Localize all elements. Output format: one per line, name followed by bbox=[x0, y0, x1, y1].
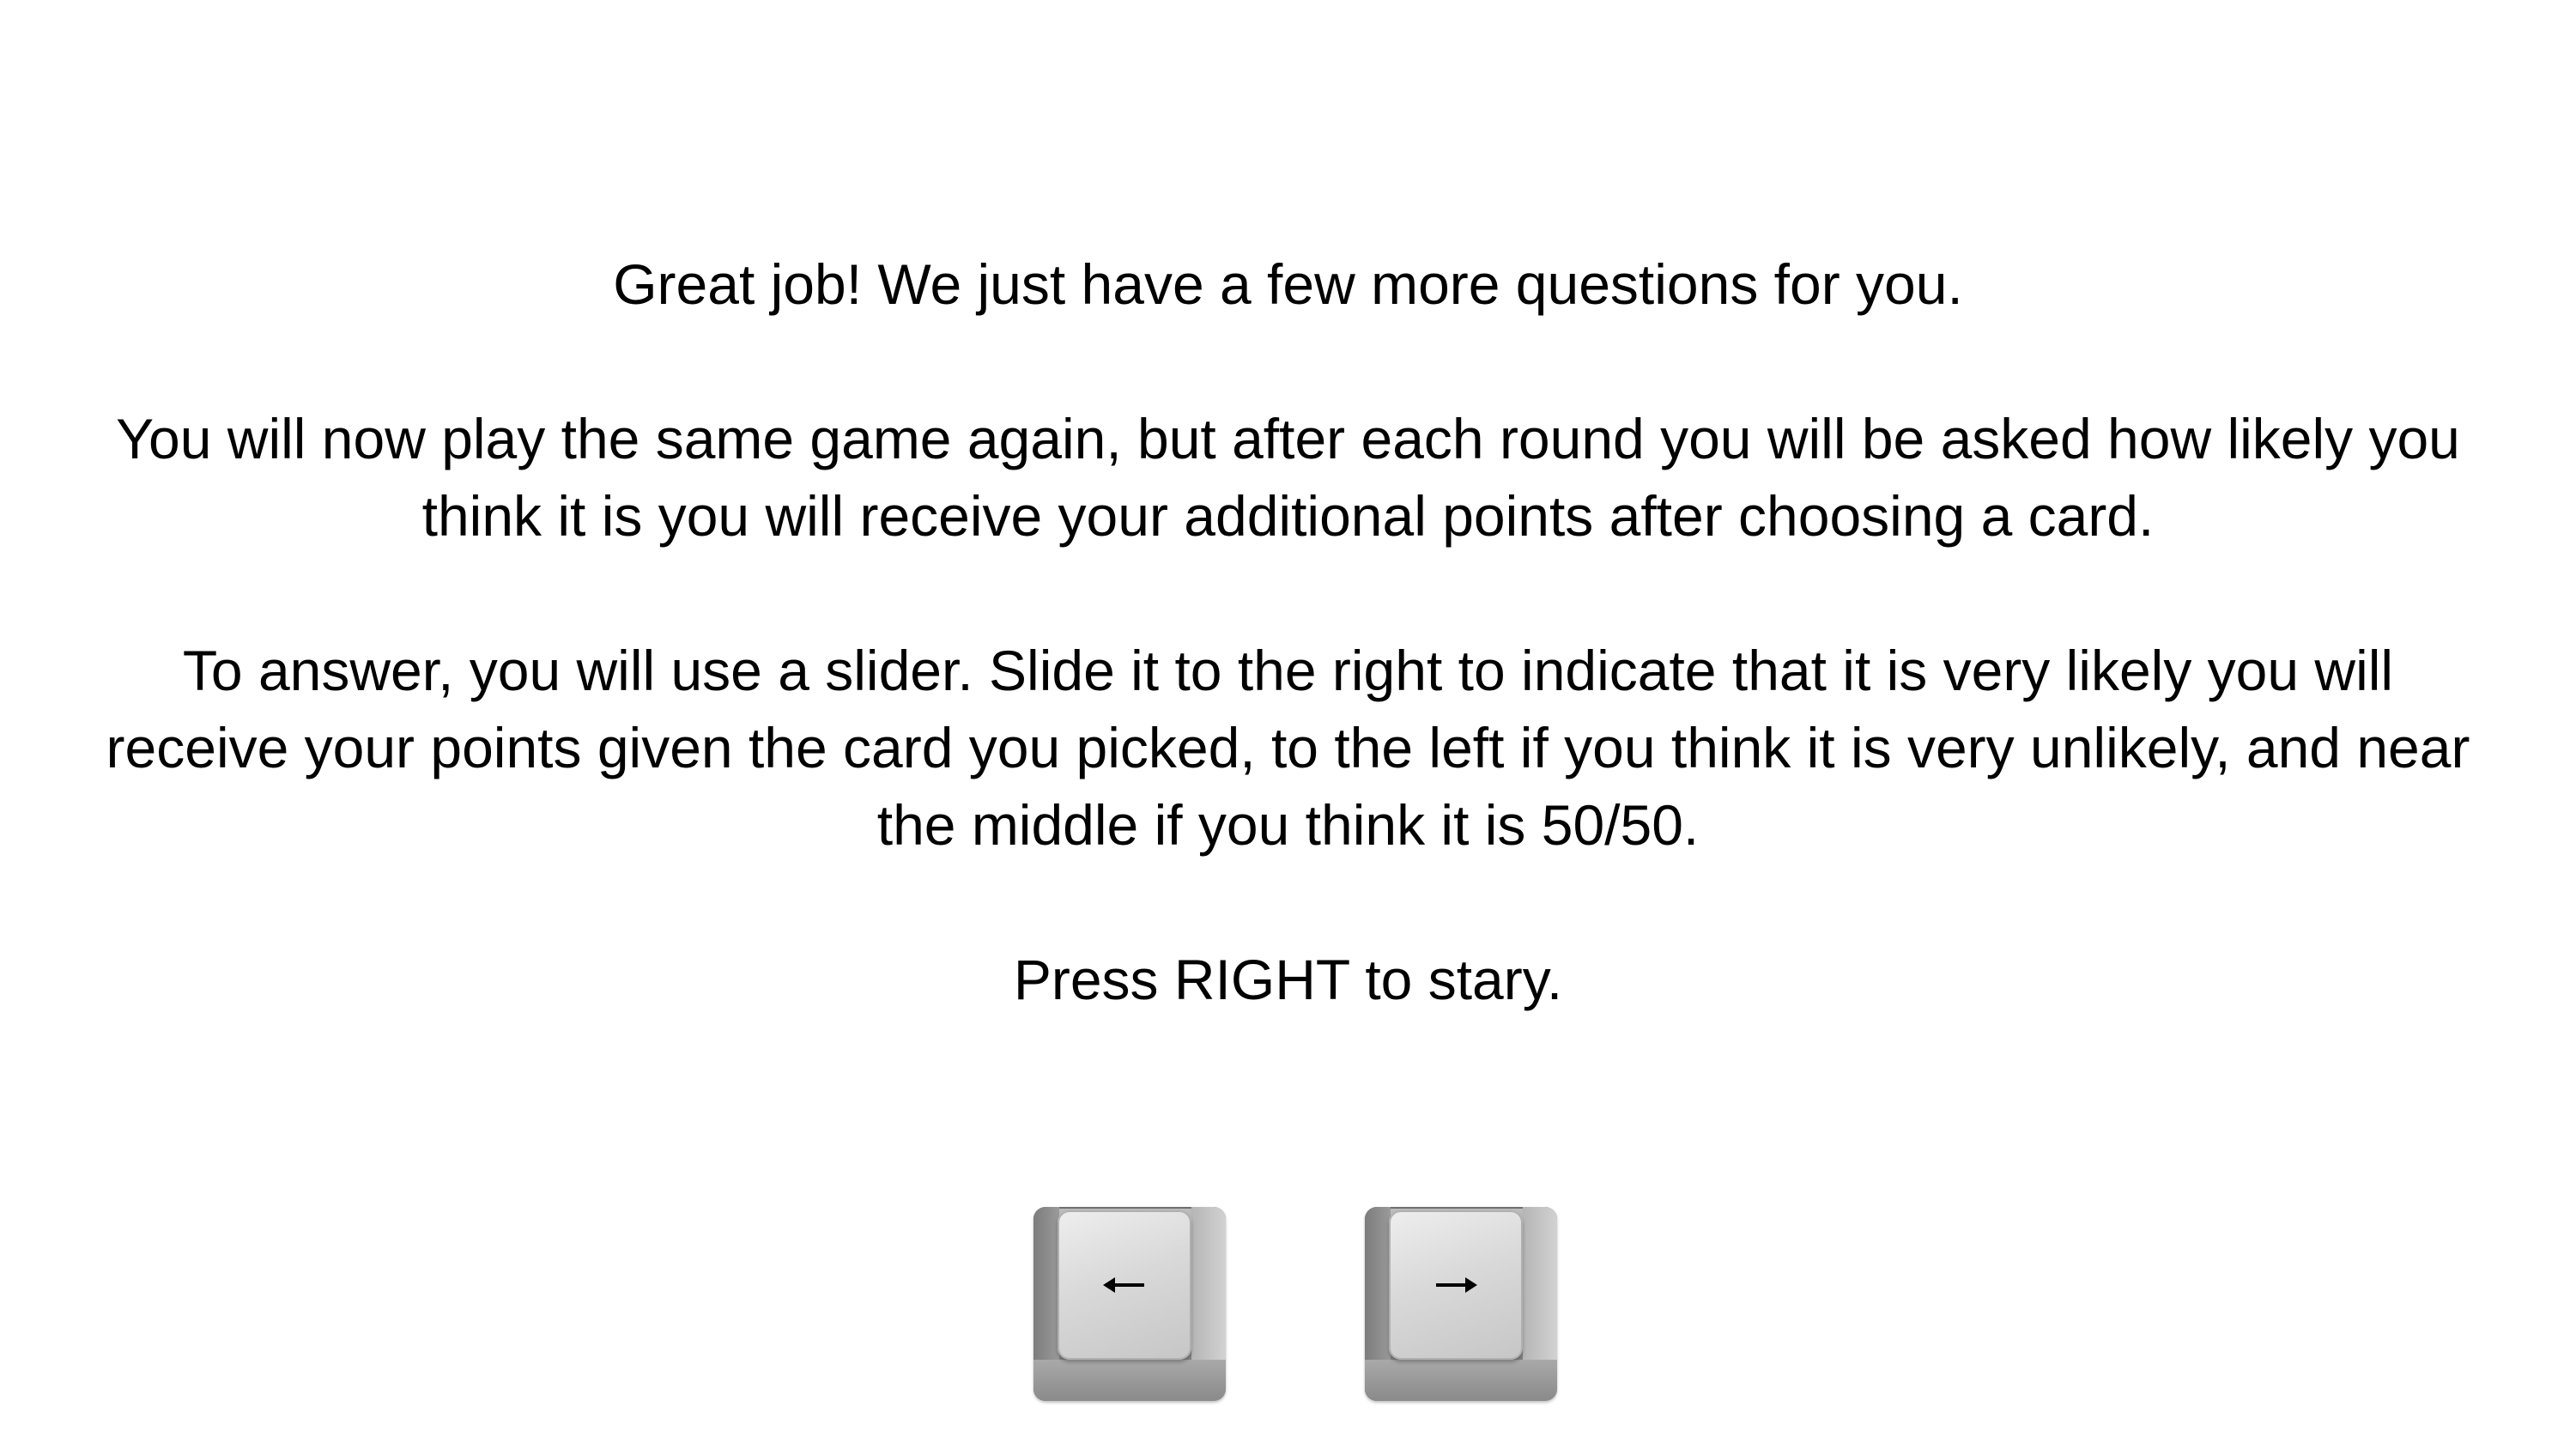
instructions-paragraph-1-line-1: You will now play the same game again, b… bbox=[116, 407, 2460, 470]
instructions-paragraph-1-line-2: think it is you will receive your additi… bbox=[421, 484, 2155, 548]
key-bottom-shade bbox=[1033, 1360, 1226, 1401]
left-arrow-key[interactable] bbox=[1033, 1207, 1226, 1401]
instructions-text: Great job! We just have a few more quest… bbox=[34, 246, 2542, 1018]
instructions-paragraph-2-line-3: the middle if you think it is 50/50. bbox=[876, 793, 1700, 857]
start-prompt: Press RIGHT to stary. bbox=[1013, 948, 1563, 1011]
key-bottom-shade bbox=[1365, 1360, 1557, 1401]
instructions-heading: Great job! We just have a few more quest… bbox=[613, 252, 1963, 316]
arrow-right-icon bbox=[1436, 1277, 1477, 1293]
instructions-paragraph-2-line-1: To answer, you will use a slider. Slide … bbox=[182, 639, 2394, 702]
key-cap bbox=[1389, 1210, 1523, 1360]
arrow-left-icon bbox=[1103, 1277, 1144, 1293]
right-arrow-key[interactable] bbox=[1365, 1207, 1557, 1401]
instructions-paragraph-2-line-2: receive your points given the card you p… bbox=[106, 716, 2470, 779]
key-cap bbox=[1058, 1210, 1191, 1360]
